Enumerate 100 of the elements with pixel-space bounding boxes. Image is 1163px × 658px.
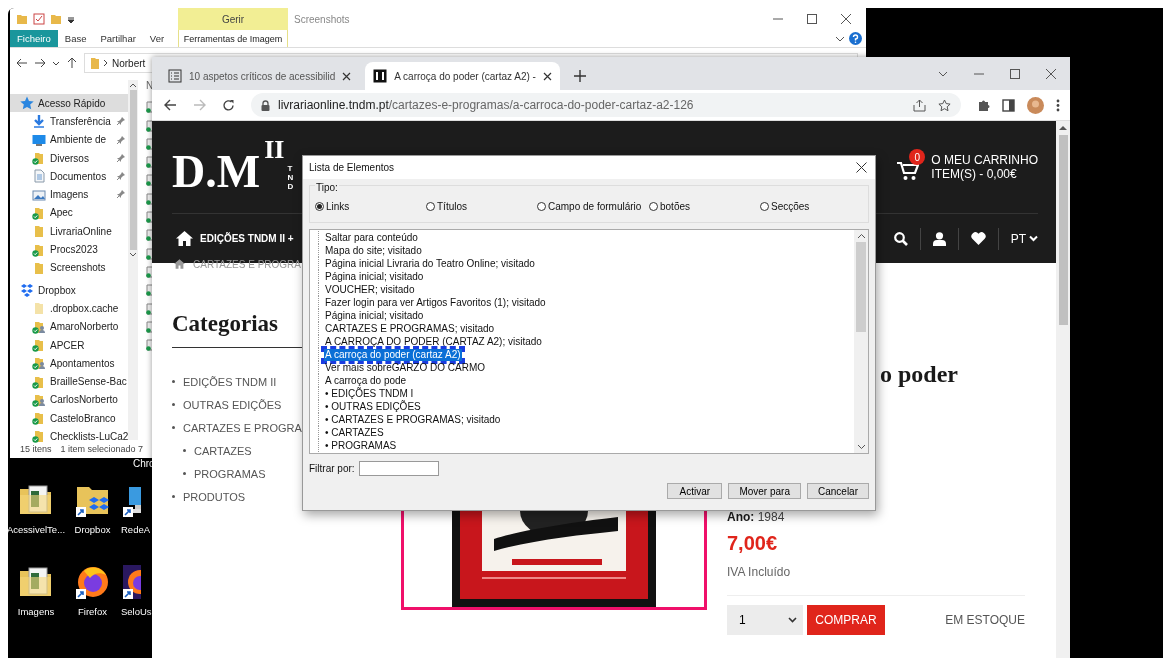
nav-item[interactable]: CarlosNorberto (10, 390, 129, 410)
avatar-icon[interactable] (1027, 96, 1044, 114)
properties-icon[interactable] (33, 13, 45, 25)
reload-icon[interactable] (222, 98, 235, 112)
puzzle-icon[interactable] (977, 98, 990, 112)
tree-item[interactable]: Página inicial; visitado (324, 309, 425, 322)
ribbon-tab[interactable]: Partilhar (93, 30, 143, 47)
nav-item[interactable]: AmaroNorberto (10, 317, 129, 336)
nav-item[interactable]: Procs2023 (10, 240, 129, 259)
up-icon[interactable] (66, 57, 78, 69)
heart-icon[interactable] (970, 232, 986, 245)
nav-item[interactable]: Diversos (10, 148, 129, 168)
scroll-down-icon[interactable] (129, 252, 138, 258)
tree-item[interactable]: Mapa do site; visitado (324, 244, 423, 257)
nav-item[interactable]: Imagens (10, 185, 129, 204)
ribbon-tab[interactable]: Ver (142, 30, 172, 47)
address-bar[interactable]: livrariaonline.tndm.pt/cartazes-e-programas/a-carroca-do-poder-cartaz-a2-126 (251, 93, 961, 117)
dialog-button[interactable]: Activar (667, 483, 723, 499)
nav-item[interactable]: BrailleSense-Bac (10, 372, 129, 391)
ribbon-tab[interactable]: Ficheiro (10, 30, 58, 47)
scrollbar[interactable] (854, 230, 868, 453)
help-icon[interactable] (849, 32, 862, 45)
desktop-icon-label[interactable]: Imagens (17, 606, 55, 617)
column-header[interactable]: N (146, 80, 154, 91)
nav-item[interactable]: Ambiente de (10, 130, 129, 149)
tree-item[interactable]: Fazer login para ver Artigos Favoritos (1); visitado (324, 296, 547, 309)
breadcrumb-item[interactable]: Norbert (112, 57, 146, 69)
tree-item[interactable]: Saltar para conteúdo (324, 231, 419, 244)
tree-item[interactable]: Página inicial Livraria do Teatro Online; visitado (324, 257, 536, 270)
home-icon[interactable] (174, 259, 185, 269)
tree-item[interactable]: A carroça do pode (324, 374, 408, 387)
browser-tab[interactable]: 10 aspetos críticos de acessibilid (160, 62, 360, 90)
language-selector[interactable]: PT (1010, 231, 1038, 246)
radio-option[interactable]: Campo de formulário (537, 201, 649, 212)
nav-item[interactable]: Apontamentos (10, 354, 129, 373)
search-icon[interactable] (893, 231, 908, 246)
maximize-icon[interactable] (1010, 68, 1020, 79)
close-icon[interactable] (542, 71, 552, 81)
ribbon-tab[interactable]: Ferramentas de Imagem (178, 30, 288, 47)
scroll-up-icon[interactable] (856, 233, 866, 239)
tree-item[interactable]: • PROGRAMAS (324, 439, 398, 452)
scroll-thumb[interactable] (129, 90, 137, 250)
dialog-button[interactable]: Mover para (728, 483, 801, 499)
tree-item[interactable]: • EDIÇÕES TNDM I (324, 387, 415, 400)
nav-item[interactable]: Screenshots (10, 258, 129, 277)
menu-icon[interactable] (1056, 98, 1060, 112)
scrollbar[interactable] (128, 80, 138, 440)
nav-item[interactable]: Acesso Rápido (10, 94, 129, 113)
category-link[interactable]: EDIÇÕES TNDM II (183, 375, 277, 388)
scroll-thumb[interactable] (1058, 135, 1068, 325)
forward-icon[interactable] (34, 57, 46, 69)
tree-item[interactable]: CARTAZES E PROGRAMAS; visitado (324, 322, 496, 335)
radio-option[interactable]: Links (315, 201, 426, 212)
nav-link[interactable]: EDIÇÕES TNDM II + (200, 233, 294, 244)
tree-list[interactable] (309, 229, 869, 454)
new-tab-icon[interactable] (573, 70, 586, 82)
scroll-down-icon[interactable] (856, 444, 866, 450)
nav-item[interactable]: Transferência (10, 112, 129, 131)
desktop-icon-label[interactable]: Dropbox (74, 524, 111, 535)
nav-item[interactable]: .dropbox.cache (10, 299, 129, 318)
close-icon[interactable] (856, 162, 867, 173)
buy-button[interactable]: COMPRAR (807, 605, 885, 635)
tree-item[interactable]: Página inicial; visitado (324, 270, 425, 283)
desktop-icon-label[interactable]: Firefox (77, 606, 107, 617)
desktop-icon-label[interactable]: SeloUs (121, 606, 152, 617)
category-link[interactable]: PRODUTOS (183, 490, 246, 503)
tree-item[interactable]: • OUTRAS EDIÇÕES (324, 400, 422, 413)
nav-item[interactable]: Documentos (10, 167, 129, 186)
nav-item[interactable]: CasteloBranco (10, 409, 129, 428)
shortcut-icon[interactable] (121, 563, 141, 601)
filter-field[interactable] (358, 461, 439, 476)
star-icon[interactable] (938, 98, 951, 112)
desktop-icon-label[interactable]: RedeA (121, 524, 151, 535)
scroll-up-icon[interactable] (1059, 125, 1067, 131)
close-icon[interactable] (342, 71, 352, 81)
scroll-thumb[interactable] (856, 242, 866, 332)
radio-option[interactable]: Títulos (426, 201, 537, 212)
scrollbar[interactable] (1056, 121, 1070, 658)
category-link[interactable]: OUTRAS EDIÇÕES (183, 398, 282, 411)
radio-option[interactable]: botões (649, 201, 760, 212)
user-icon[interactable] (932, 231, 946, 246)
category-link[interactable]: PROGRAMAS (194, 467, 266, 480)
nav-item[interactable]: APCER (10, 335, 129, 355)
tree-item[interactable]: • CARTAZES (324, 426, 385, 439)
share-icon[interactable] (913, 98, 926, 112)
tree-item[interactable]: • CARTAZES E PROGRAMAS; visitado (324, 413, 502, 426)
close-icon[interactable] (1046, 68, 1056, 79)
quantity-select[interactable]: 1 (727, 605, 803, 635)
tree-item[interactable]: A CARROÇA DO PODER (CARTAZ A2); visitado (324, 335, 543, 348)
nav-item[interactable]: Apec (10, 203, 129, 223)
chevron-down-icon[interactable] (52, 59, 60, 67)
category-link[interactable]: CARTAZES (194, 444, 252, 457)
maximize-icon[interactable] (806, 13, 818, 25)
nav-item[interactable]: Checklists-LuCa2 (10, 427, 129, 446)
tree-item[interactable]: VOUCHER; visitado (324, 283, 416, 296)
tree-item[interactable]: Ver mais sobreGARZO DO CARMO (324, 361, 487, 374)
nav-item[interactable]: Dropbox (10, 280, 129, 300)
nav-item[interactable]: LivrariaOnline (10, 222, 129, 241)
ribbon-tab[interactable]: Base (57, 30, 94, 47)
close-icon[interactable] (840, 13, 852, 25)
